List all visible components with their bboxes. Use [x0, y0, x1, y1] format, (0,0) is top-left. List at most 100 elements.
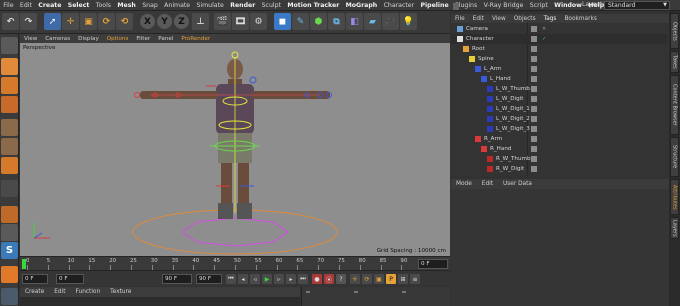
material-manager-area[interactable]	[20, 297, 300, 306]
visibility-toggle[interactable]	[531, 66, 537, 72]
objects-menu-edit[interactable]: Edit	[469, 16, 488, 22]
visibility-toggle[interactable]	[531, 46, 537, 52]
scale-tool-button[interactable]: ▣	[80, 13, 97, 30]
material-menu-create[interactable]: Create	[20, 289, 49, 295]
render-settings-button[interactable]: ⚙	[250, 13, 267, 30]
menu-render[interactable]: Render	[227, 2, 258, 9]
render-toggle[interactable]	[542, 146, 547, 152]
tweak-mode-button[interactable]	[1, 206, 18, 223]
menu-character[interactable]: Character	[380, 2, 417, 9]
array-button[interactable]: ⧉	[328, 13, 345, 30]
objects-menu-bookmarks[interactable]: Bookmarks	[560, 16, 600, 22]
render-toggle[interactable]	[542, 126, 547, 132]
render-toggle[interactable]: ✕	[542, 26, 547, 32]
visibility-toggle[interactable]	[531, 116, 537, 122]
render-toggle[interactable]	[542, 76, 547, 82]
menu-simulate[interactable]: Simulate	[193, 2, 227, 9]
material-menu-edit[interactable]: Edit	[49, 289, 70, 295]
prev-key-button[interactable]: ◂	[238, 274, 248, 284]
object-row[interactable]: L_W_Digit_2	[451, 114, 667, 124]
texture-mode-button[interactable]	[1, 77, 18, 94]
total-frame-field[interactable]: 90 F	[196, 274, 222, 284]
attributes-menu-edit[interactable]: Edit	[477, 181, 498, 187]
render-toggle[interactable]: ✓	[542, 36, 547, 42]
next-key-button[interactable]: ▸	[286, 274, 296, 284]
attributes-menu-user-data[interactable]: User Data	[498, 181, 537, 187]
viewport-menu-cameras[interactable]: Cameras	[41, 36, 74, 42]
render-picture-viewer-button[interactable]: 🎞	[232, 13, 249, 30]
object-row[interactable]: L_Hand	[451, 74, 667, 84]
step-back-button[interactable]: ◃	[250, 274, 260, 284]
make-editable-button[interactable]	[1, 37, 18, 54]
menu-file[interactable]: File	[0, 2, 17, 9]
points-mode-button[interactable]	[1, 119, 18, 136]
object-row[interactable]: R_W_Digit	[451, 164, 667, 174]
recent-tools-button[interactable]: ⟲	[116, 13, 133, 30]
object-row[interactable]: Root	[451, 44, 667, 54]
key-rotation-button[interactable]: ⟳	[362, 274, 372, 284]
viewport-perspective[interactable]: Perspective Grid Spacing: 10000 cm	[20, 43, 450, 256]
material-menu-texture[interactable]: Texture	[105, 289, 136, 295]
menu-mesh[interactable]: Mesh	[114, 2, 139, 9]
keyframe-selection-button[interactable]: ?	[336, 274, 346, 284]
visibility-toggle[interactable]	[531, 156, 537, 162]
light-button[interactable]: 💡	[400, 13, 417, 30]
object-row[interactable]: L_W_Digit_1	[451, 104, 667, 114]
right-tab-content-browser[interactable]: Content Browser	[670, 75, 679, 135]
visibility-toggle[interactable]	[531, 96, 537, 102]
render-toggle[interactable]	[542, 106, 547, 112]
key-parameter-button[interactable]: P	[386, 274, 396, 284]
z-axis-toggle[interactable]: Z	[174, 14, 189, 29]
menu-pipeline[interactable]: Pipeline	[417, 2, 452, 9]
soft-selection-button[interactable]	[1, 266, 18, 283]
goto-end-button[interactable]: ⏭	[298, 274, 308, 284]
render-toggle[interactable]	[542, 156, 547, 162]
y-axis-toggle[interactable]: Y	[157, 14, 172, 29]
render-toggle[interactable]	[542, 86, 547, 92]
pen-spline-button[interactable]: ✎	[292, 13, 309, 30]
right-tab-structure[interactable]: Structure	[670, 137, 679, 177]
visibility-toggle[interactable]	[531, 56, 537, 62]
current-frame-field[interactable]: 0 F	[22, 274, 48, 284]
objects-menu-tags[interactable]: Tags	[540, 16, 561, 22]
polygons-mode-button[interactable]	[1, 157, 18, 174]
object-row[interactable]: Character ✓	[451, 34, 667, 44]
menu-snap[interactable]: Snap	[139, 2, 161, 9]
floor-button[interactable]: ▰	[364, 13, 381, 30]
timeline-menu-button[interactable]: ≡	[410, 274, 420, 284]
grid-lock-button[interactable]	[1, 288, 18, 305]
viewport-menu-prorender[interactable]: ProRender	[177, 36, 214, 42]
object-row[interactable]: R_Arm	[451, 134, 667, 144]
visibility-toggle[interactable]	[531, 86, 537, 92]
auto-key-button[interactable]: ⦿	[324, 274, 334, 284]
key-position-button[interactable]: ✛	[350, 274, 360, 284]
viewport-menu-display[interactable]: Display	[74, 36, 103, 42]
key-scale-button[interactable]: ▣	[374, 274, 384, 284]
object-row[interactable]: L_W_Digit_3	[451, 124, 667, 134]
menu-tools[interactable]: Tools	[93, 2, 115, 9]
visibility-toggle[interactable]	[531, 36, 537, 42]
render-toggle[interactable]	[542, 166, 547, 172]
step-forward-button[interactable]: ▹	[274, 274, 284, 284]
viewport-menu-panel[interactable]: Panel	[154, 36, 177, 42]
right-tab-attributes[interactable]: Attributes	[670, 179, 679, 215]
record-button[interactable]: ●	[312, 274, 322, 284]
max-frame-field[interactable]: 90 F	[162, 274, 192, 284]
bend-deformer-button[interactable]: ◧	[346, 13, 363, 30]
visibility-toggle[interactable]	[531, 166, 537, 172]
menu-edit[interactable]: Edit	[17, 2, 35, 9]
subdivision-surface-button[interactable]: ⬢	[310, 13, 327, 30]
snap-button[interactable]: S	[1, 242, 18, 259]
render-toggle[interactable]	[542, 116, 547, 122]
undo-button[interactable]: ↶	[2, 13, 19, 30]
object-row[interactable]: R_Hand	[451, 144, 667, 154]
attributes-menu-mode[interactable]: Mode	[451, 181, 477, 187]
cube-button[interactable]: ◼	[274, 13, 291, 30]
visibility-toggle[interactable]	[531, 136, 537, 142]
viewport-menu-filter[interactable]: Filter	[132, 36, 154, 42]
viewport-menu-view[interactable]: View	[20, 36, 41, 42]
goto-start-button[interactable]: ⏮	[226, 274, 236, 284]
move-tool-button[interactable]: ✛	[62, 13, 79, 30]
visibility-toggle[interactable]	[531, 76, 537, 82]
objects-menu-view[interactable]: View	[488, 16, 510, 22]
